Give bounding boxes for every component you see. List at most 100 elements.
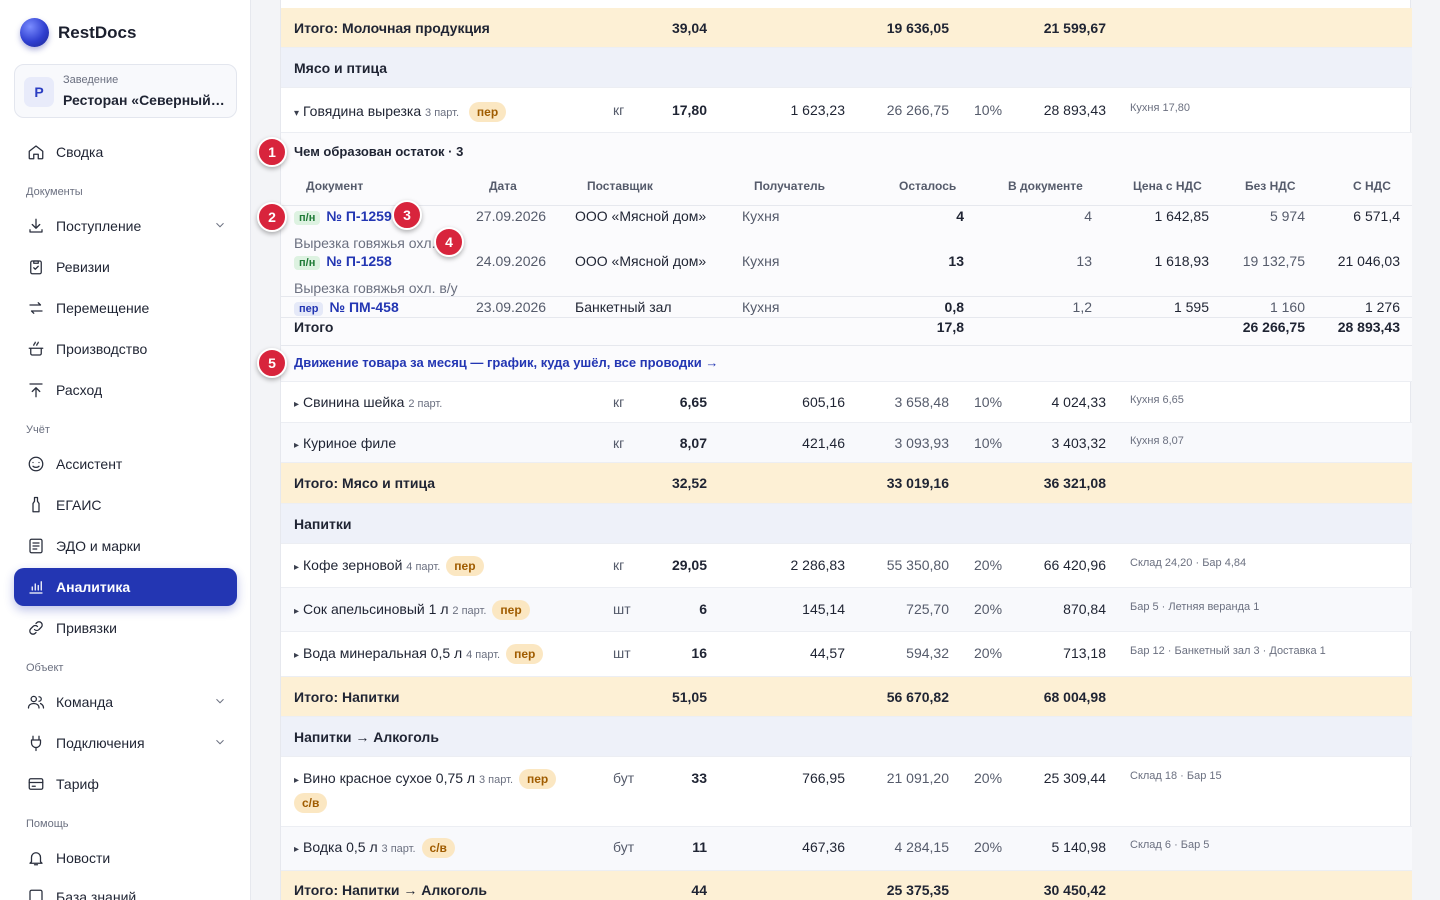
table-row[interactable]: ▸ Свинина шейка 2 парт. кг 6,65 605,16 3 …: [281, 382, 1412, 423]
vat-rate: 20%: [974, 557, 1003, 573]
nav-kb[interactable]: База знаний: [14, 878, 237, 900]
sum-vat: 713,18: [1063, 645, 1106, 661]
expand-icon[interactable]: ▸: [294, 562, 299, 573]
product-name: Куриное филе: [303, 435, 397, 451]
sum-no-vat: 725,70: [906, 601, 949, 617]
total-row-alcohol: Итого: Напитки → Алкоголь 44 25 375,35 3…: [281, 871, 1412, 900]
total-label: Итого: Напитки: [294, 689, 400, 705]
qty: 6,65: [679, 394, 707, 410]
table-row[interactable]: ▾ Говядина вырезка 3 парт. пер кг 17,80 1…: [281, 88, 1412, 133]
table-row[interactable]: ▸ Вино красное сухое 0,75 л 3 парт. пер с/…: [281, 757, 1412, 827]
venue-selector[interactable]: Р Заведение Ресторан «Северный ветер»: [14, 64, 237, 118]
nav-bindings[interactable]: Привязки: [14, 609, 237, 647]
movement-link[interactable]: Движение товара за месяц — график, куда …: [294, 355, 718, 370]
upload-icon: [27, 381, 45, 399]
col-price-vat: Цена с НДС: [1133, 179, 1202, 193]
col-recipient: Получатель: [754, 179, 825, 193]
analytics-table: Итого: Молочная продукция 39,04 19 636,0…: [280, 0, 1412, 900]
group-label: Мясо и птица: [294, 60, 388, 76]
location: Кухня 17,80: [1130, 102, 1191, 114]
unit: кг: [613, 394, 625, 410]
nav-egais[interactable]: ЕГАИС: [14, 486, 237, 524]
expand-icon[interactable]: ▸: [294, 399, 299, 410]
chevron-down-icon: [213, 694, 227, 708]
nav-news[interactable]: Новости: [14, 839, 237, 877]
sum-no-vat: 55 350,80: [886, 557, 949, 573]
brand[interactable]: RestDocs: [20, 18, 136, 47]
nav-connections[interactable]: Подключения: [14, 724, 237, 762]
nav-transfer[interactable]: Перемещение: [14, 289, 237, 327]
plug-icon: [27, 734, 45, 752]
nav-news-label: Новости: [56, 850, 111, 866]
arrows-swap-icon: [27, 299, 45, 317]
vat-rate: 10%: [974, 394, 1003, 410]
sum-vat: 28 893,43: [1043, 102, 1106, 118]
nav-expense-label: Расход: [56, 382, 103, 398]
nav-team[interactable]: Команда: [14, 683, 237, 721]
sum-vat: 4 024,33: [1051, 394, 1107, 410]
col-with-vat: С НДС: [1353, 179, 1391, 193]
vat-rate: 20%: [974, 645, 1003, 661]
nav-tariff[interactable]: Тариф: [14, 765, 237, 803]
brand-name: RestDocs: [58, 22, 137, 42]
product-cell: ▸ Свинина шейка 2 парт.: [294, 394, 442, 410]
expand-icon[interactable]: ▸: [294, 440, 299, 451]
nav-edo[interactable]: ЭДО и марки: [14, 527, 237, 565]
table-row[interactable]: ▸ Сок апельсиновый 1 л 2 парт. пер шт 6 14…: [281, 588, 1412, 632]
nav-expense[interactable]: Расход: [14, 371, 237, 409]
product-cell: ▸ Водка 0,5 л 3 парт. с/в: [294, 838, 455, 858]
transfer-badge: пер: [446, 556, 484, 576]
product-cell: ▸ Сок апельсиновый 1 л 2 парт. пер: [294, 600, 530, 620]
expand-icon[interactable]: ▸: [294, 775, 299, 786]
table-row[interactable]: ▸ Вода минеральная 0,5 л 4 парт. пер шт 16…: [281, 632, 1412, 677]
price: 1 623,23: [790, 102, 846, 118]
qty: 8,07: [679, 435, 707, 451]
nav-receipt[interactable]: Поступление: [14, 207, 237, 245]
total-sum-vat: 21 599,67: [1043, 20, 1106, 36]
sidebar: RestDocs Р Заведение Ресторан «Северный …: [0, 0, 251, 900]
qty: 29,05: [671, 557, 707, 573]
nav-audits[interactable]: Ревизии: [14, 248, 237, 286]
excise-badge: с/в: [421, 838, 455, 858]
doc-link[interactable]: п/н № П-1259: [294, 208, 392, 225]
table-row[interactable]: ▸ Кофе зерновой 4 парт. пер кг 29,05 2 286…: [281, 544, 1412, 588]
location: Склад 24,20 · Бар 4,84: [1130, 557, 1247, 569]
transfer-badge: пер: [506, 644, 544, 664]
doc-no-vat: 5 974: [1269, 208, 1305, 224]
nav-summary[interactable]: Сводка: [14, 133, 237, 171]
collapse-icon[interactable]: ▾: [294, 108, 299, 119]
table-row[interactable]: ▸ Куриное филе кг 8,07 421,46 3 093,93 10…: [281, 423, 1412, 463]
doc-number[interactable]: № ПМ-458: [329, 299, 398, 315]
parts-count: 3 парт.: [381, 843, 416, 855]
transfer-badge: пер: [468, 102, 507, 122]
total-label: Итого: Напитки → Алкоголь: [294, 882, 487, 898]
price: 605,16: [802, 394, 845, 410]
annotation-marker-5: 5: [257, 348, 287, 378]
breakdown-total-with-vat: 28 893,43: [1337, 319, 1400, 335]
total-label: Итого: Молочная продукция: [294, 20, 490, 36]
parts-count: 2 парт.: [452, 605, 487, 617]
sum-vat: 25 309,44: [1043, 770, 1106, 786]
nav-analytics[interactable]: Аналитика: [14, 568, 237, 606]
doc-number[interactable]: № П-1258: [326, 253, 391, 269]
doc-recipient: Кухня: [742, 253, 780, 269]
expand-icon[interactable]: ▸: [294, 650, 299, 661]
qty: 11: [692, 839, 707, 855]
doc-link[interactable]: п/н № П-1258: [294, 253, 392, 270]
doc-number[interactable]: № П-1259: [326, 208, 391, 224]
venue-name: Ресторан «Северный ветер»: [63, 92, 227, 108]
doc-date: 23.09.2026: [476, 299, 547, 315]
expand-icon[interactable]: ▸: [294, 844, 299, 855]
unit: кг: [613, 435, 625, 451]
nav-audits-label: Ревизии: [56, 259, 110, 275]
location: Кухня 6,65: [1130, 394, 1184, 406]
product-cell: ▸ Кофе зерновой 4 парт. пер: [294, 556, 484, 576]
col-date: Дата: [489, 179, 517, 193]
nav-production[interactable]: Производство: [14, 330, 237, 368]
table-row[interactable]: ▸ Водка 0,5 л 3 парт. с/в бут 11 467,36 4 …: [281, 827, 1412, 871]
nav-assistant[interactable]: Ассистент: [14, 445, 237, 483]
expand-icon[interactable]: ▸: [294, 606, 299, 617]
qty: 16: [691, 645, 707, 661]
doc-link[interactable]: пер № ПМ-458: [294, 299, 399, 316]
vat-rate: 20%: [974, 601, 1003, 617]
